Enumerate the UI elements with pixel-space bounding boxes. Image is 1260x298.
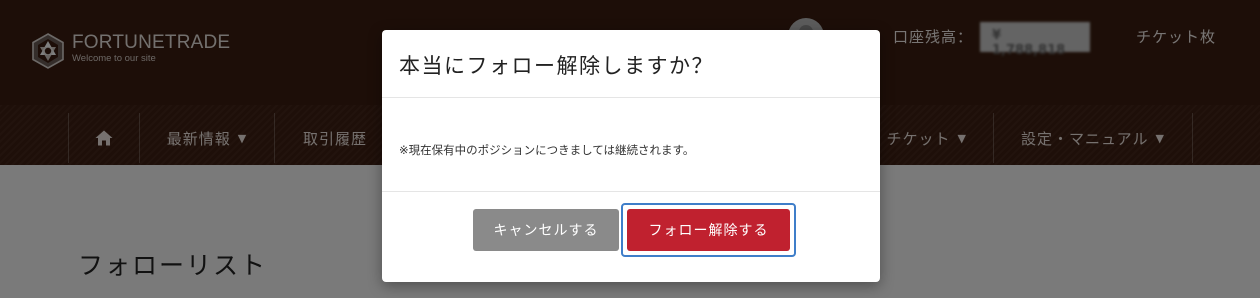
cancel-button[interactable]: キャンセルする: [473, 209, 619, 251]
unfollow-confirm-button[interactable]: フォロー解除する: [627, 209, 790, 251]
unfollow-confirm-dialog: 本当にフォロー解除しますか？ ※現在保有中のポジションにつきましては継続されます…: [382, 30, 880, 282]
modal-message: ※現在保有中のポジションにつきましては継続されます。: [399, 143, 695, 157]
modal-header: 本当にフォロー解除しますか？: [382, 30, 880, 98]
focus-ring: フォロー解除する: [621, 203, 796, 257]
modal-title: 本当にフォロー解除しますか？: [399, 54, 714, 78]
modal-footer: キャンセルする フォロー解除する: [382, 191, 880, 282]
